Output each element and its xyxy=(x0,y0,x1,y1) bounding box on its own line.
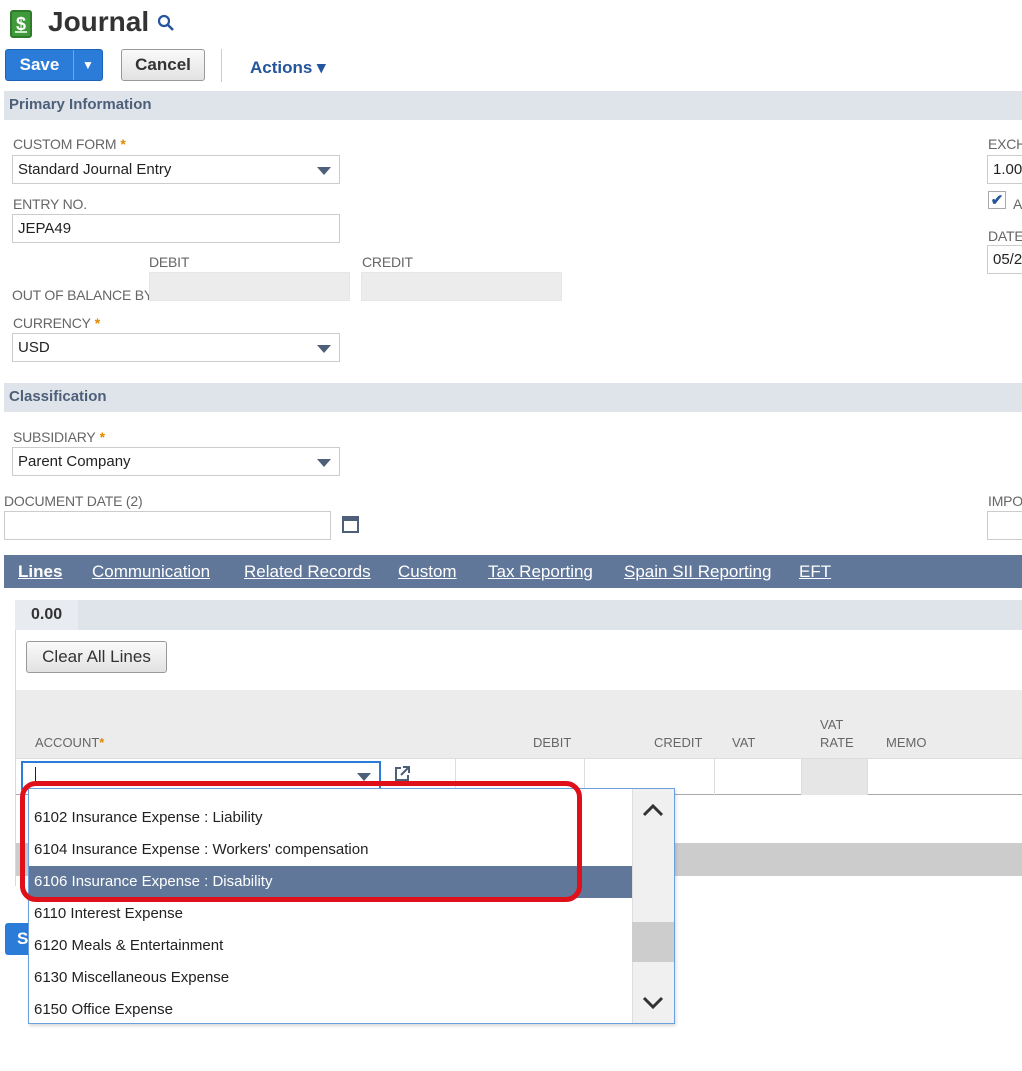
scroll-down-chevron-icon[interactable] xyxy=(640,993,666,1013)
tab-lines[interactable]: Lines xyxy=(18,562,62,582)
calendar-icon[interactable] xyxy=(342,516,359,533)
subsidiary-label: Subsidiary * xyxy=(13,429,105,445)
dropdown-option[interactable]: 6150 Office Expense xyxy=(29,994,634,1026)
tab-related-records[interactable]: Related Records xyxy=(244,562,371,582)
dropdown-option[interactable]: 6120 Meals & Entertainment xyxy=(29,930,634,962)
save-button[interactable]: Save ▼ xyxy=(5,49,103,81)
out-of-balance-label: Out of Balance By xyxy=(12,287,154,303)
actions-menu[interactable]: Actions ▾ xyxy=(250,58,326,78)
tab-custom[interactable]: Custom xyxy=(398,562,457,582)
page-title: Journal xyxy=(48,6,150,37)
column-credit: Credit xyxy=(654,735,703,750)
subtab-bar: Lines Communication Related Records Cust… xyxy=(4,555,1022,588)
toolbar-divider xyxy=(221,49,222,82)
lines-total-bar xyxy=(15,600,1022,630)
exchange-rate-field[interactable]: 1.00 xyxy=(987,155,1022,184)
tab-spain-sii-reporting[interactable]: Spain SII Reporting xyxy=(624,562,771,582)
column-debit: Debit xyxy=(533,735,572,750)
currency-label: Currency * xyxy=(13,315,100,331)
currency-select[interactable]: USD xyxy=(12,333,340,362)
section-primary-information[interactable]: Primary Information xyxy=(4,91,1022,120)
entry-no-label: Entry No. xyxy=(13,196,87,212)
save-menu-chevron-icon[interactable]: ▼ xyxy=(74,50,102,80)
exchange-rate-label: EXCH xyxy=(988,136,1022,152)
scroll-up-chevron-icon[interactable] xyxy=(640,800,666,820)
dropdown-option[interactable]: 6130 Miscellaneous Expense xyxy=(29,962,634,994)
cell-vat[interactable] xyxy=(715,759,802,795)
column-vat: VAT xyxy=(732,735,756,750)
subsidiary-select[interactable]: Parent Company xyxy=(12,447,340,476)
impo-field[interactable] xyxy=(987,511,1022,540)
credit-label: Credit xyxy=(362,254,413,270)
cancel-button[interactable]: Cancel xyxy=(121,49,205,81)
section-classification[interactable]: Classification xyxy=(4,383,1022,412)
tab-tax-reporting[interactable]: Tax Reporting xyxy=(488,562,593,582)
dropdown-option[interactable]: 6110 Interest Expense xyxy=(29,898,634,930)
column-vat-rate-line2: Rate xyxy=(820,735,854,750)
checkbox-label: A xyxy=(1013,196,1022,212)
journal-icon: $ xyxy=(10,10,32,38)
date-field[interactable]: 05/2 xyxy=(987,245,1022,274)
highlight-annotation-box xyxy=(20,781,582,902)
dropdown-scrollbar[interactable] xyxy=(632,789,674,1023)
dropdown-scroll-thumb[interactable] xyxy=(632,922,674,962)
save-button-label[interactable]: Save xyxy=(6,50,74,80)
custom-form-label: Custom Form * xyxy=(13,136,126,152)
entry-no-field[interactable]: JEPA49 xyxy=(12,214,340,243)
column-account: Account* xyxy=(35,735,105,750)
column-vat-rate-line1: VAT xyxy=(820,717,844,732)
cell-memo[interactable] xyxy=(868,759,1022,795)
checkbox[interactable]: ✔ xyxy=(988,191,1006,209)
debit-label: Debit xyxy=(149,254,190,270)
custom-form-select[interactable]: Standard Journal Entry xyxy=(12,155,340,184)
date-label: DATE xyxy=(988,228,1022,244)
document-date-field[interactable] xyxy=(4,511,331,540)
impo-label: IMPO xyxy=(988,493,1022,509)
out-of-balance-credit xyxy=(361,272,562,301)
tab-eft[interactable]: EFT xyxy=(799,562,831,582)
lines-total: 0.00 xyxy=(15,600,78,630)
cell-vat-rate xyxy=(802,759,868,795)
search-icon[interactable] xyxy=(157,14,175,32)
out-of-balance-debit xyxy=(149,272,350,301)
tab-communication[interactable]: Communication xyxy=(92,562,210,582)
document-date-label: Document Date (2) xyxy=(4,493,143,509)
lines-grid-header: Account* Debit Credit VAT VAT Rate Memo xyxy=(16,690,1022,760)
clear-all-lines-button[interactable]: Clear All Lines xyxy=(26,641,167,673)
column-memo: Memo xyxy=(886,735,927,750)
